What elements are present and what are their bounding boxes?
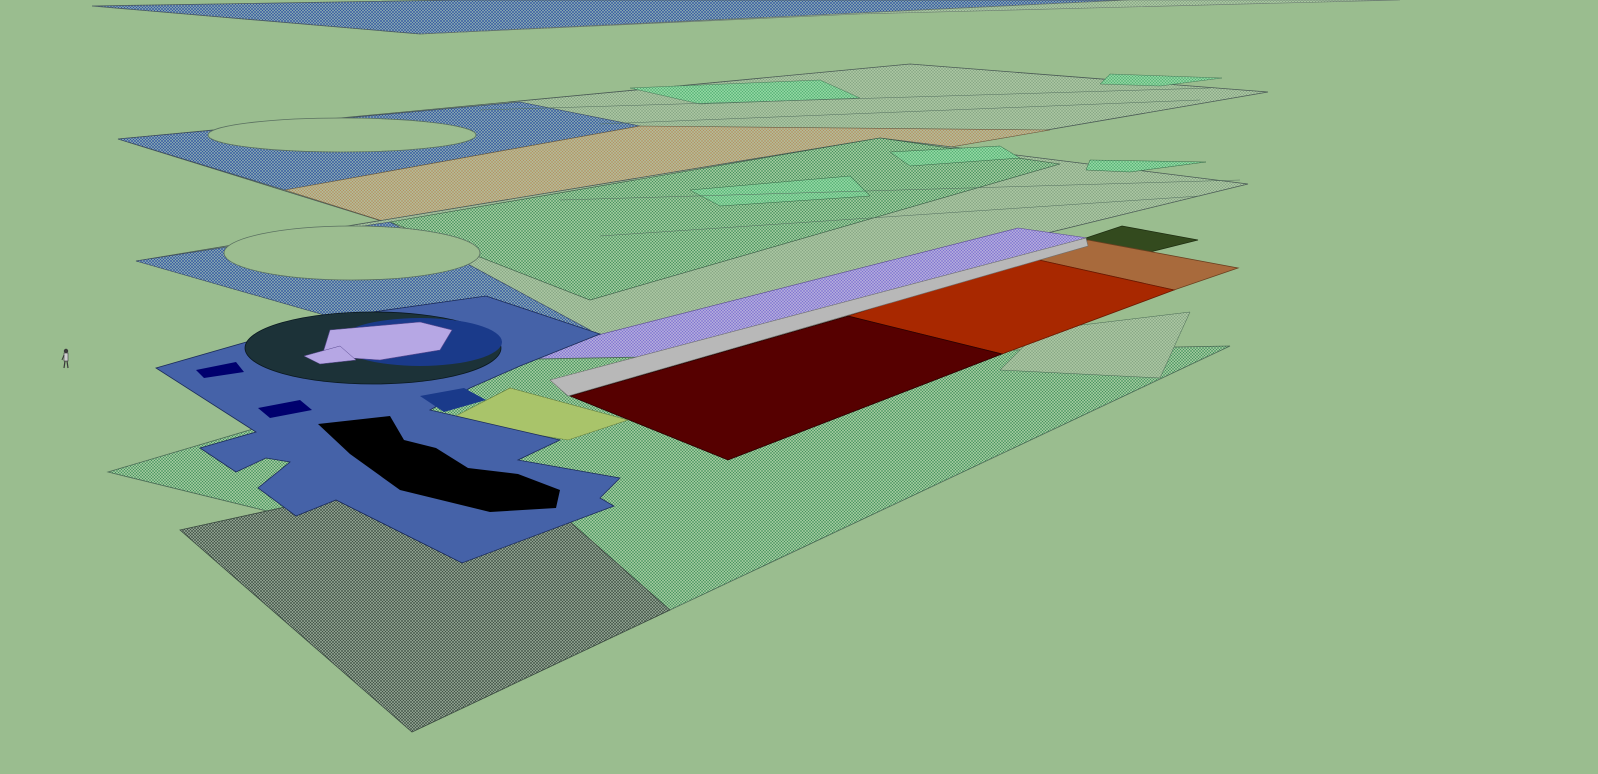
layer-top-offscreen (91, 0, 1401, 35)
person-figure-icon (61, 348, 69, 369)
layered-site-plan-scene (61, 0, 1401, 733)
3d-model-viewport[interactable] (0, 0, 1598, 774)
